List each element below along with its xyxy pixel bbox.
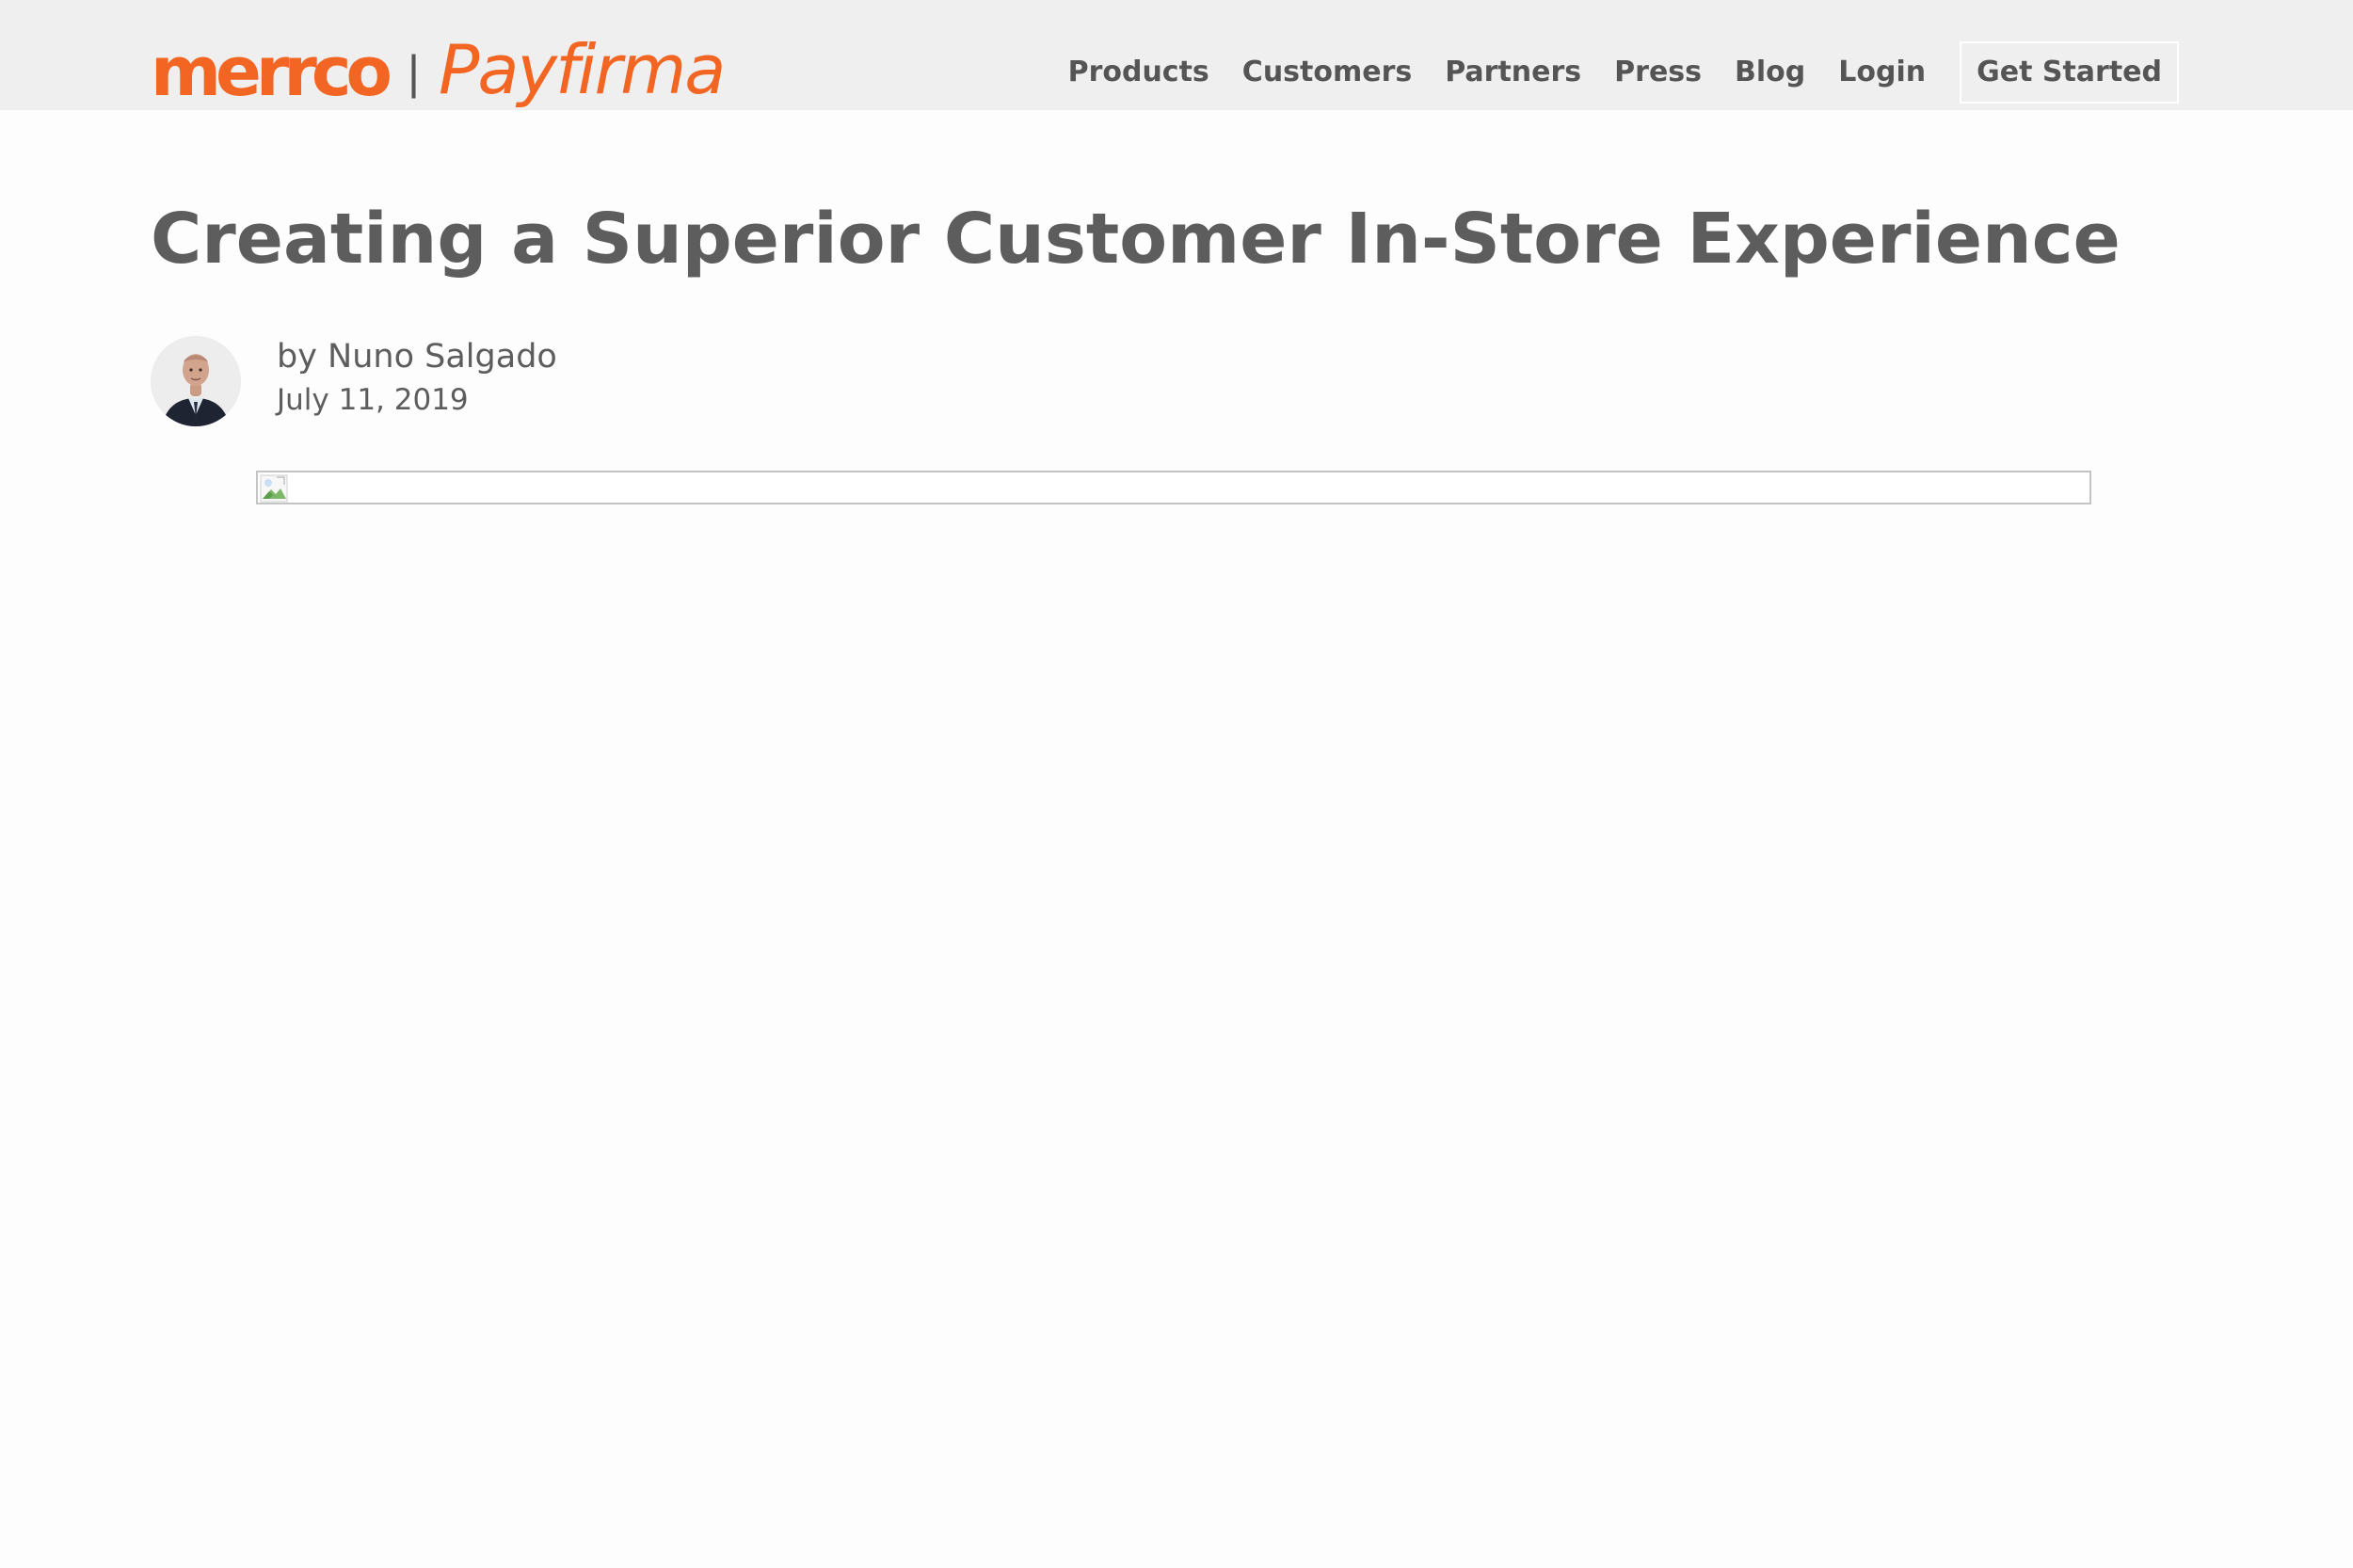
logo-separator: | (408, 46, 421, 99)
nav-partners[interactable]: Partners (1445, 58, 1581, 87)
author-avatar-photo (151, 336, 241, 426)
broken-image-icon (260, 474, 288, 503)
get-started-button[interactable]: Get Started (1960, 41, 2179, 104)
post-date: July 11, 2019 (277, 383, 469, 417)
main-nav: Products Customers Partners Press Blog L… (1068, 41, 2179, 104)
article-hero-image (256, 471, 2091, 504)
nav-press[interactable]: Press (1614, 58, 1702, 87)
nav-customers[interactable]: Customers (1242, 58, 1412, 87)
payfirma-logo[interactable]: Payfirma (439, 36, 726, 104)
nav-products[interactable]: Products (1068, 58, 1209, 87)
article-title: Creating a Superior Customer In-Store Ex… (151, 199, 2121, 280)
author-avatar[interactable] (151, 336, 241, 426)
author-name[interactable]: by Nuno Salgado (277, 337, 557, 376)
merrco-logo[interactable]: merrco (151, 38, 392, 105)
site-header: merrco | Payfirma Products Customers Par… (0, 0, 2353, 110)
brand-logo[interactable]: merrco | Payfirma (151, 28, 726, 113)
nav-login[interactable]: Login (1838, 58, 1926, 87)
nav-blog[interactable]: Blog (1735, 58, 1805, 87)
